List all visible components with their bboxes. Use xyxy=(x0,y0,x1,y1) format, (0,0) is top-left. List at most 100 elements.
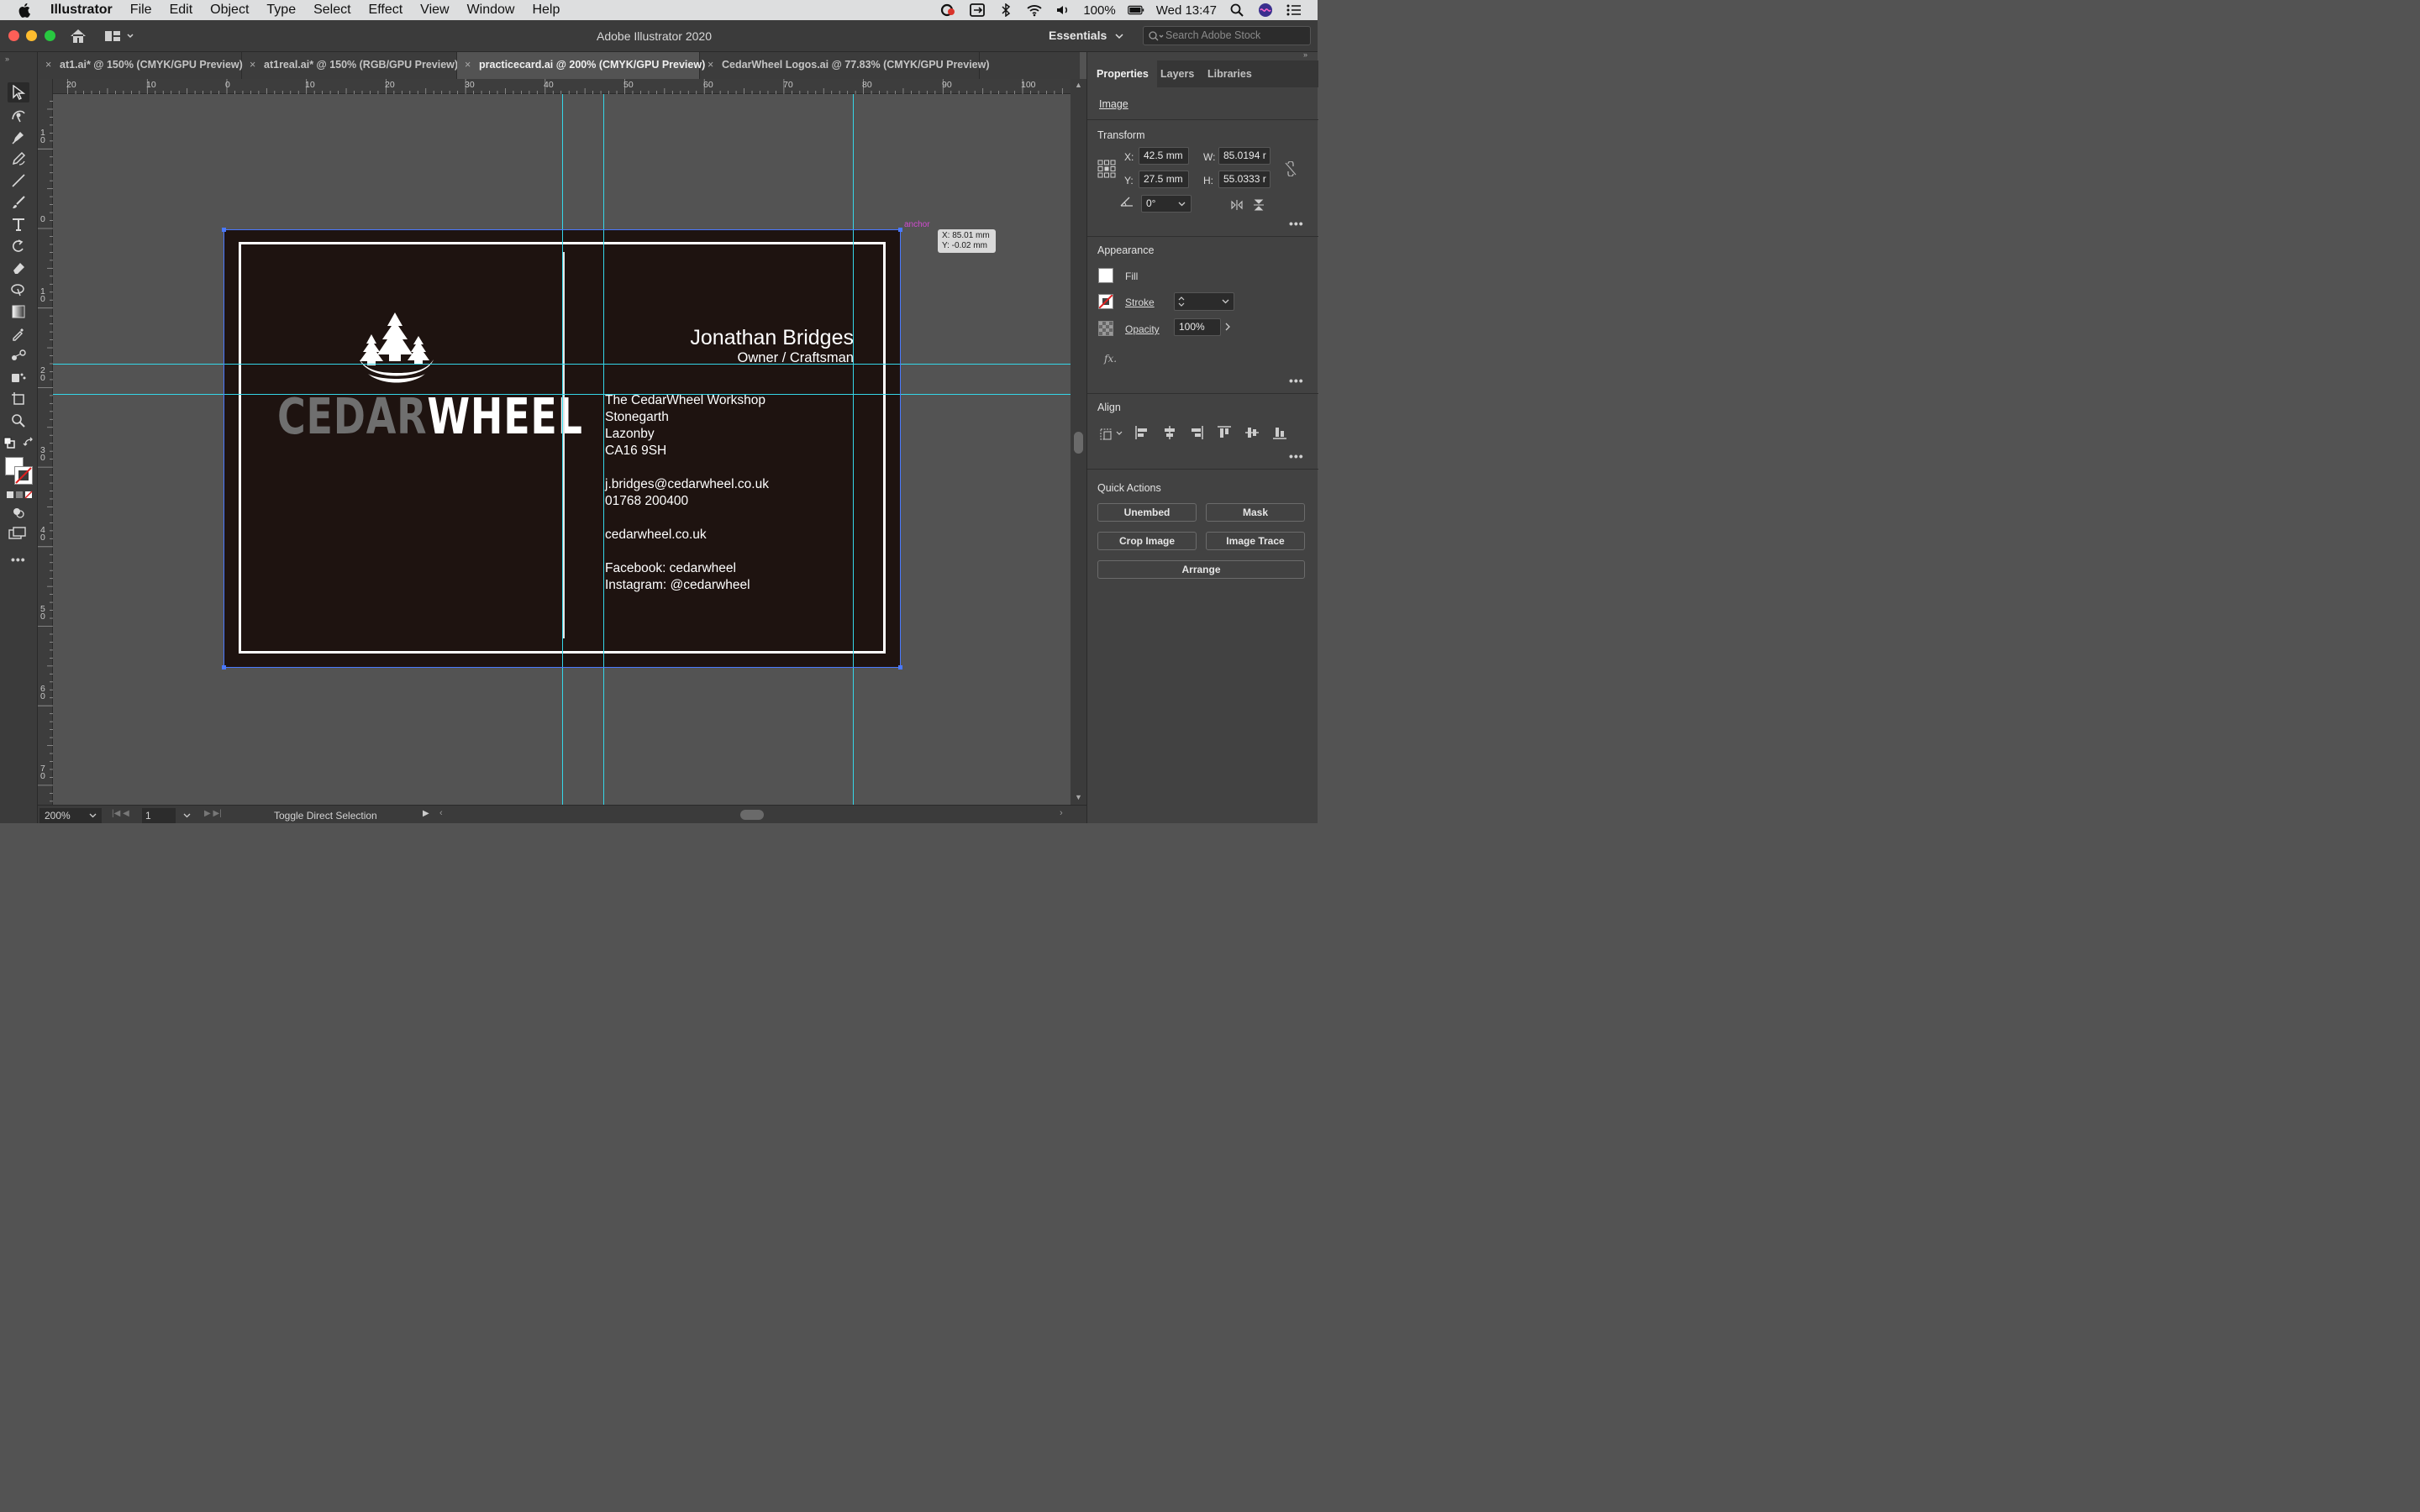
selection-tool-icon[interactable] xyxy=(7,81,29,102)
menu-object[interactable]: Object xyxy=(210,3,249,18)
bluetooth-icon[interactable] xyxy=(997,3,1014,17)
status-menu-arrow-icon[interactable]: ▶ xyxy=(423,809,429,818)
tab-at1real[interactable]: × at1real.ai* @ 150% (RGB/GPU Preview) xyxy=(242,51,458,79)
adobe-stock-search-input[interactable]: Search Adobe Stock xyxy=(1142,25,1311,45)
scroll-right-icon[interactable]: › xyxy=(1060,808,1063,818)
height-field[interactable]: 55.0333 r xyxy=(1218,170,1270,188)
selection-handle[interactable] xyxy=(897,664,902,669)
chevron-down-icon[interactable] xyxy=(1222,299,1229,304)
curvature-tool-icon[interactable] xyxy=(8,105,29,125)
menu-app-name[interactable]: Illustrator xyxy=(50,3,113,18)
menu-effect[interactable]: Effect xyxy=(369,3,403,18)
menu-window[interactable]: Window xyxy=(467,3,515,18)
spotlight-search-icon[interactable] xyxy=(1228,3,1245,17)
menu-view[interactable]: View xyxy=(420,3,449,18)
fill-stroke-swatches[interactable] xyxy=(3,455,34,486)
menu-file[interactable]: File xyxy=(130,3,152,18)
warp-tool-icon[interactable] xyxy=(8,280,29,300)
zoom-level-select[interactable]: 200% xyxy=(39,807,102,823)
collapse-toolbar-icon[interactable]: » xyxy=(5,55,9,63)
horizontal-scroll-thumb[interactable] xyxy=(739,809,764,820)
align-left-icon[interactable] xyxy=(1134,425,1150,440)
minimize-window-button[interactable] xyxy=(25,29,37,41)
scroll-down-icon[interactable]: ▼ xyxy=(1075,793,1082,801)
close-tab-icon[interactable]: × xyxy=(250,59,255,71)
symbol-sprayer-tool-icon[interactable] xyxy=(8,367,29,387)
rotate-tool-icon[interactable] xyxy=(8,236,29,256)
battery-icon[interactable] xyxy=(1127,3,1144,17)
reference-point-icon[interactable] xyxy=(1097,160,1116,178)
opacity-field[interactable]: 100% xyxy=(1173,318,1221,336)
tab-practicecard[interactable]: × practicecard.ai @ 200% (CMYK/GPU Previ… xyxy=(456,51,705,79)
align-top-icon[interactable] xyxy=(1217,425,1232,440)
screen-mode-icon[interactable] xyxy=(8,527,27,544)
align-bottom-icon[interactable] xyxy=(1272,425,1287,440)
constrain-proportions-icon[interactable] xyxy=(1284,160,1297,176)
selection-bounding-box[interactable] xyxy=(223,228,901,668)
close-tab-icon[interactable]: × xyxy=(45,59,51,71)
blend-tool-icon[interactable] xyxy=(8,345,29,365)
selection-handle[interactable] xyxy=(221,227,226,232)
vertical-ruler[interactable]: 1 0 0 1 0 2 0 3 0 4 0 5 0 6 0 7 0 xyxy=(37,78,53,805)
stepper-icon[interactable] xyxy=(1178,295,1185,308)
selected-object-type[interactable]: Image xyxy=(1099,98,1128,110)
crop-image-button[interactable]: Crop Image xyxy=(1097,531,1197,550)
close-tab-icon[interactable]: × xyxy=(465,59,471,71)
scroll-left-icon[interactable]: ‹ xyxy=(439,808,443,818)
eyedropper-tool-icon[interactable] xyxy=(8,323,29,344)
apple-menu-icon[interactable] xyxy=(18,3,35,18)
align-horizontal-center-icon[interactable] xyxy=(1162,425,1177,440)
align-vertical-center-icon[interactable] xyxy=(1244,425,1260,440)
creative-cloud-icon[interactable] xyxy=(940,3,957,17)
vertical-scroll-thumb[interactable] xyxy=(1073,431,1083,454)
wifi-icon[interactable] xyxy=(1026,3,1043,17)
arrange-button[interactable]: Arrange xyxy=(1097,559,1305,579)
pen-tool-icon[interactable] xyxy=(8,127,29,147)
fill-color-swatch[interactable] xyxy=(1097,267,1113,283)
gradient-tool-icon[interactable] xyxy=(8,302,29,322)
arrange-documents-icon[interactable] xyxy=(104,30,134,46)
rotation-angle-field[interactable]: 0° xyxy=(1140,194,1192,213)
stroke-weight-field[interactable] xyxy=(1173,291,1234,311)
eraser-tool-icon[interactable] xyxy=(8,258,29,278)
more-appearance-options-icon[interactable]: ••• xyxy=(1289,374,1304,387)
flip-horizontal-icon[interactable] xyxy=(1230,199,1244,211)
workspace-switcher[interactable]: Essentials xyxy=(1049,29,1123,42)
siri-icon[interactable] xyxy=(1257,3,1274,17)
close-window-button[interactable] xyxy=(8,29,19,41)
selection-handle[interactable] xyxy=(221,664,226,669)
type-tool-icon[interactable] xyxy=(8,214,29,234)
vertical-scrollbar[interactable]: ▲ ▼ xyxy=(1070,78,1086,805)
x-position-field[interactable]: 42.5 mm xyxy=(1138,146,1189,165)
tab-libraries[interactable]: Libraries xyxy=(1207,60,1252,87)
stroke-color-swatch[interactable] xyxy=(1097,293,1113,309)
horizontal-ruler[interactable]: 20 10 0 10 20 30 40 50 60 70 80 90 100 xyxy=(52,78,1071,94)
notification-center-icon[interactable] xyxy=(1286,3,1302,17)
fill-label[interactable]: Fill xyxy=(1125,270,1138,282)
first-artboard-icon[interactable]: |◀ ◀ xyxy=(112,809,129,818)
flip-vertical-icon[interactable] xyxy=(1253,198,1265,212)
stroke-swatch[interactable] xyxy=(13,465,33,485)
menu-type[interactable]: Type xyxy=(266,3,296,18)
last-artboard-icon[interactable]: ▶ ▶| xyxy=(204,809,222,818)
collapse-panel-icon[interactable]: » xyxy=(1303,50,1307,59)
zoom-tool-icon[interactable] xyxy=(8,411,29,431)
artboard-number-input[interactable]: 1 xyxy=(141,807,176,823)
chevron-right-icon[interactable] xyxy=(1224,323,1231,331)
screen-share-icon[interactable] xyxy=(969,3,986,17)
unembed-button[interactable]: Unembed xyxy=(1097,502,1197,522)
chevron-down-icon[interactable] xyxy=(183,813,191,818)
selection-handle[interactable] xyxy=(897,227,902,232)
align-right-icon[interactable] xyxy=(1189,425,1204,440)
color-mode-icons[interactable] xyxy=(6,489,33,504)
menubar-clock[interactable]: Wed 13:47 xyxy=(1156,3,1217,17)
zoom-window-button[interactable] xyxy=(44,29,55,41)
tab-cedarwheel-logos[interactable]: × CedarWheel Logos.ai @ 77.83% (CMYK/GPU… xyxy=(700,51,990,79)
home-icon[interactable] xyxy=(69,28,87,49)
menu-help[interactable]: Help xyxy=(532,3,560,18)
width-field[interactable]: 85.0194 r xyxy=(1218,146,1270,165)
draw-mode-icon[interactable] xyxy=(12,507,25,522)
tab-layers[interactable]: Layers xyxy=(1160,60,1194,87)
default-fill-stroke-icon[interactable] xyxy=(3,437,15,453)
tab-properties[interactable]: Properties xyxy=(1086,60,1157,87)
